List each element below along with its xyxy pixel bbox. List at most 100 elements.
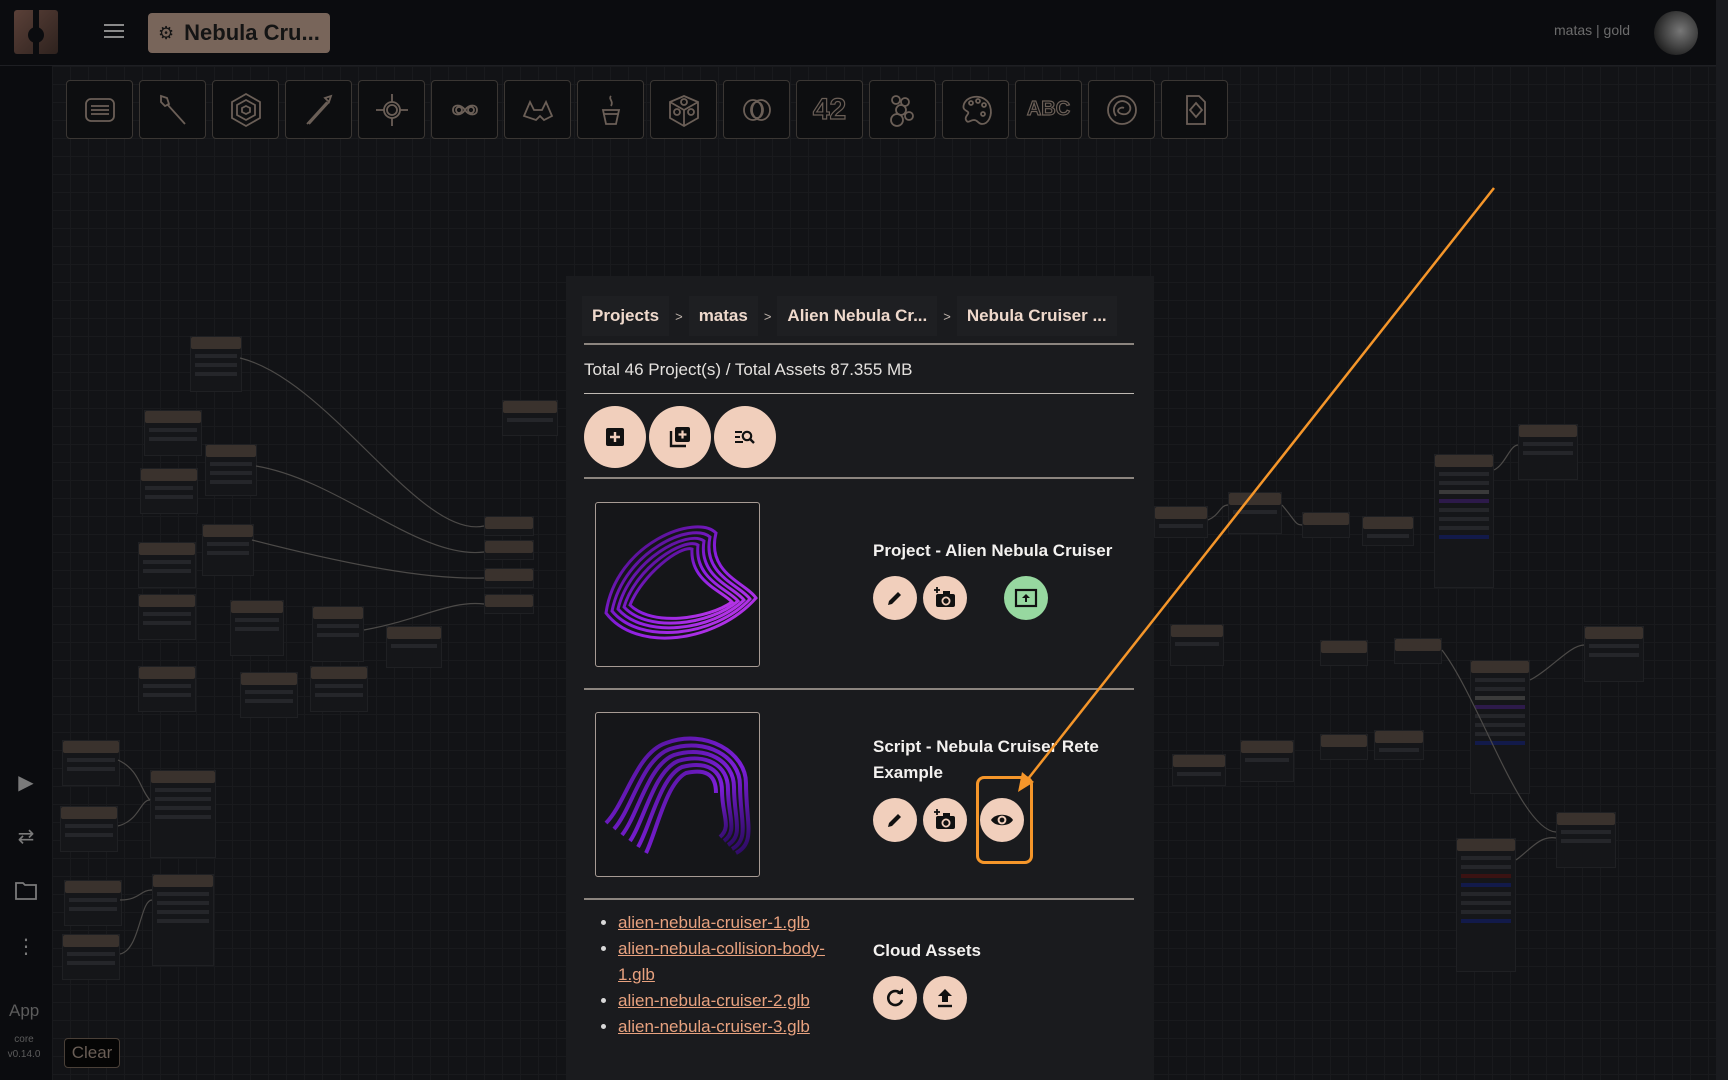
- list-item: alien-nebula-collision-body-1.glb: [618, 936, 828, 988]
- folder-icon[interactable]: [14, 880, 38, 904]
- add-screenshot-button[interactable]: [923, 576, 967, 620]
- graph-node[interactable]: [1518, 424, 1578, 480]
- more-vertical-icon[interactable]: ⋮: [14, 934, 38, 958]
- upload-button[interactable]: [923, 976, 967, 1020]
- graph-node[interactable]: [205, 444, 257, 496]
- graph-node[interactable]: [1374, 730, 1424, 760]
- graph-node[interactable]: [62, 934, 120, 980]
- graph-node[interactable]: [1584, 626, 1644, 682]
- brush-icon: [159, 94, 186, 125]
- nebula-render-image: [604, 525, 758, 640]
- graph-node[interactable]: [1434, 454, 1494, 588]
- vr-glasses-icon: [522, 99, 553, 121]
- projects-panel: Projects > matas > Alien Nebula Cr... > …: [566, 276, 1154, 1080]
- graph-node[interactable]: [240, 672, 298, 718]
- graph-node[interactable]: [484, 540, 534, 560]
- graph-node[interactable]: [1228, 492, 1282, 534]
- hamburger-menu-icon[interactable]: [104, 24, 124, 40]
- refresh-button[interactable]: [873, 976, 917, 1020]
- graph-node[interactable]: [138, 542, 196, 588]
- infinity-tool[interactable]: [431, 80, 498, 139]
- graph-node[interactable]: [144, 410, 202, 456]
- search-projects-button[interactable]: [714, 406, 776, 468]
- asset-link[interactable]: alien-nebula-cruiser-3.glb: [618, 1017, 810, 1036]
- graph-node[interactable]: [484, 594, 534, 614]
- scrollbar[interactable]: [1716, 0, 1728, 1080]
- pencil-icon: [888, 592, 901, 605]
- text-tool[interactable]: ABC: [1015, 80, 1082, 139]
- graph-node[interactable]: [62, 740, 120, 786]
- graph-node[interactable]: [64, 880, 122, 926]
- breadcrumb-script[interactable]: Nebula Cruiser ...: [956, 296, 1117, 336]
- graph-node[interactable]: [138, 666, 196, 712]
- graph-node[interactable]: [138, 594, 196, 640]
- add-project-button[interactable]: [584, 406, 646, 468]
- palette-tool[interactable]: [942, 80, 1009, 139]
- document-tool[interactable]: [1161, 80, 1228, 139]
- rings-tool[interactable]: [723, 80, 790, 139]
- spiral-tool[interactable]: [1088, 80, 1155, 139]
- graph-node[interactable]: [152, 874, 214, 966]
- graph-node[interactable]: [1362, 516, 1414, 546]
- project-summary: Total 46 Project(s) / Total Assets 87.35…: [584, 360, 913, 379]
- graph-node[interactable]: [1172, 754, 1226, 786]
- graph-node[interactable]: [1154, 506, 1208, 538]
- list-item: alien-nebula-cruiser-2.glb: [618, 988, 828, 1014]
- vr-tool[interactable]: [504, 80, 571, 139]
- project-settings-button[interactable]: ⚙ Nebula Cru...: [148, 13, 330, 53]
- graph-node[interactable]: [484, 516, 534, 536]
- target-tool[interactable]: [358, 80, 425, 139]
- number-icon: 42: [812, 92, 847, 126]
- panel-tool[interactable]: [66, 80, 133, 139]
- cube-tool[interactable]: [650, 80, 717, 139]
- cup-tool[interactable]: [577, 80, 644, 139]
- divider: [584, 343, 1134, 345]
- graph-node[interactable]: [1556, 812, 1616, 868]
- graph-node[interactable]: [310, 666, 368, 712]
- graph-node[interactable]: [312, 606, 364, 662]
- clear-button[interactable]: Clear: [64, 1038, 120, 1068]
- spiral-icon: [1106, 94, 1137, 125]
- graph-node[interactable]: [230, 600, 284, 656]
- graph-node[interactable]: [484, 568, 534, 588]
- graph-node[interactable]: [190, 336, 242, 392]
- breadcrumb-projects[interactable]: Projects: [582, 296, 670, 336]
- graph-node[interactable]: [150, 770, 216, 858]
- bubbles-tool[interactable]: [869, 80, 936, 139]
- app-logo[interactable]: [14, 10, 58, 54]
- graph-node[interactable]: [140, 468, 198, 514]
- graph-node[interactable]: [1320, 734, 1368, 760]
- duplicate-project-button[interactable]: [649, 406, 711, 468]
- divider: [584, 688, 1134, 690]
- graph-node[interactable]: [1170, 624, 1224, 666]
- asset-link[interactable]: alien-nebula-cruiser-1.glb: [618, 913, 810, 932]
- graph-node[interactable]: [1456, 838, 1516, 972]
- brush-tool[interactable]: [139, 80, 206, 139]
- add-screenshot-button[interactable]: [923, 798, 967, 842]
- publish-button[interactable]: [1004, 576, 1048, 620]
- play-icon[interactable]: ▶: [14, 770, 38, 794]
- graph-node[interactable]: [1470, 660, 1530, 794]
- breadcrumb-project[interactable]: Alien Nebula Cr...: [777, 296, 938, 336]
- project-thumbnail[interactable]: [595, 502, 760, 667]
- graph-node[interactable]: [386, 626, 442, 668]
- graph-node[interactable]: [1302, 512, 1350, 538]
- edit-project-button[interactable]: [873, 576, 917, 620]
- asset-link[interactable]: alien-nebula-collision-body-1.glb: [618, 939, 825, 984]
- hexagon-tool[interactable]: [212, 80, 279, 139]
- swap-icon[interactable]: ⇄: [14, 824, 38, 848]
- graph-node[interactable]: [1394, 638, 1442, 664]
- number-tool[interactable]: 42: [796, 80, 863, 139]
- graph-node[interactable]: [60, 806, 118, 852]
- avatar[interactable]: [1654, 11, 1698, 55]
- graph-node[interactable]: [1320, 640, 1368, 666]
- graph-node[interactable]: [1240, 740, 1294, 782]
- graph-node[interactable]: [502, 400, 558, 436]
- graph-node[interactable]: [202, 524, 254, 576]
- arrow-tool[interactable]: [285, 80, 352, 139]
- breadcrumb-user[interactable]: matas: [688, 296, 758, 336]
- script-thumbnail[interactable]: [595, 712, 760, 877]
- edit-script-button[interactable]: [873, 798, 917, 842]
- document-icon: [1185, 94, 1206, 125]
- asset-link[interactable]: alien-nebula-cruiser-2.glb: [618, 991, 810, 1010]
